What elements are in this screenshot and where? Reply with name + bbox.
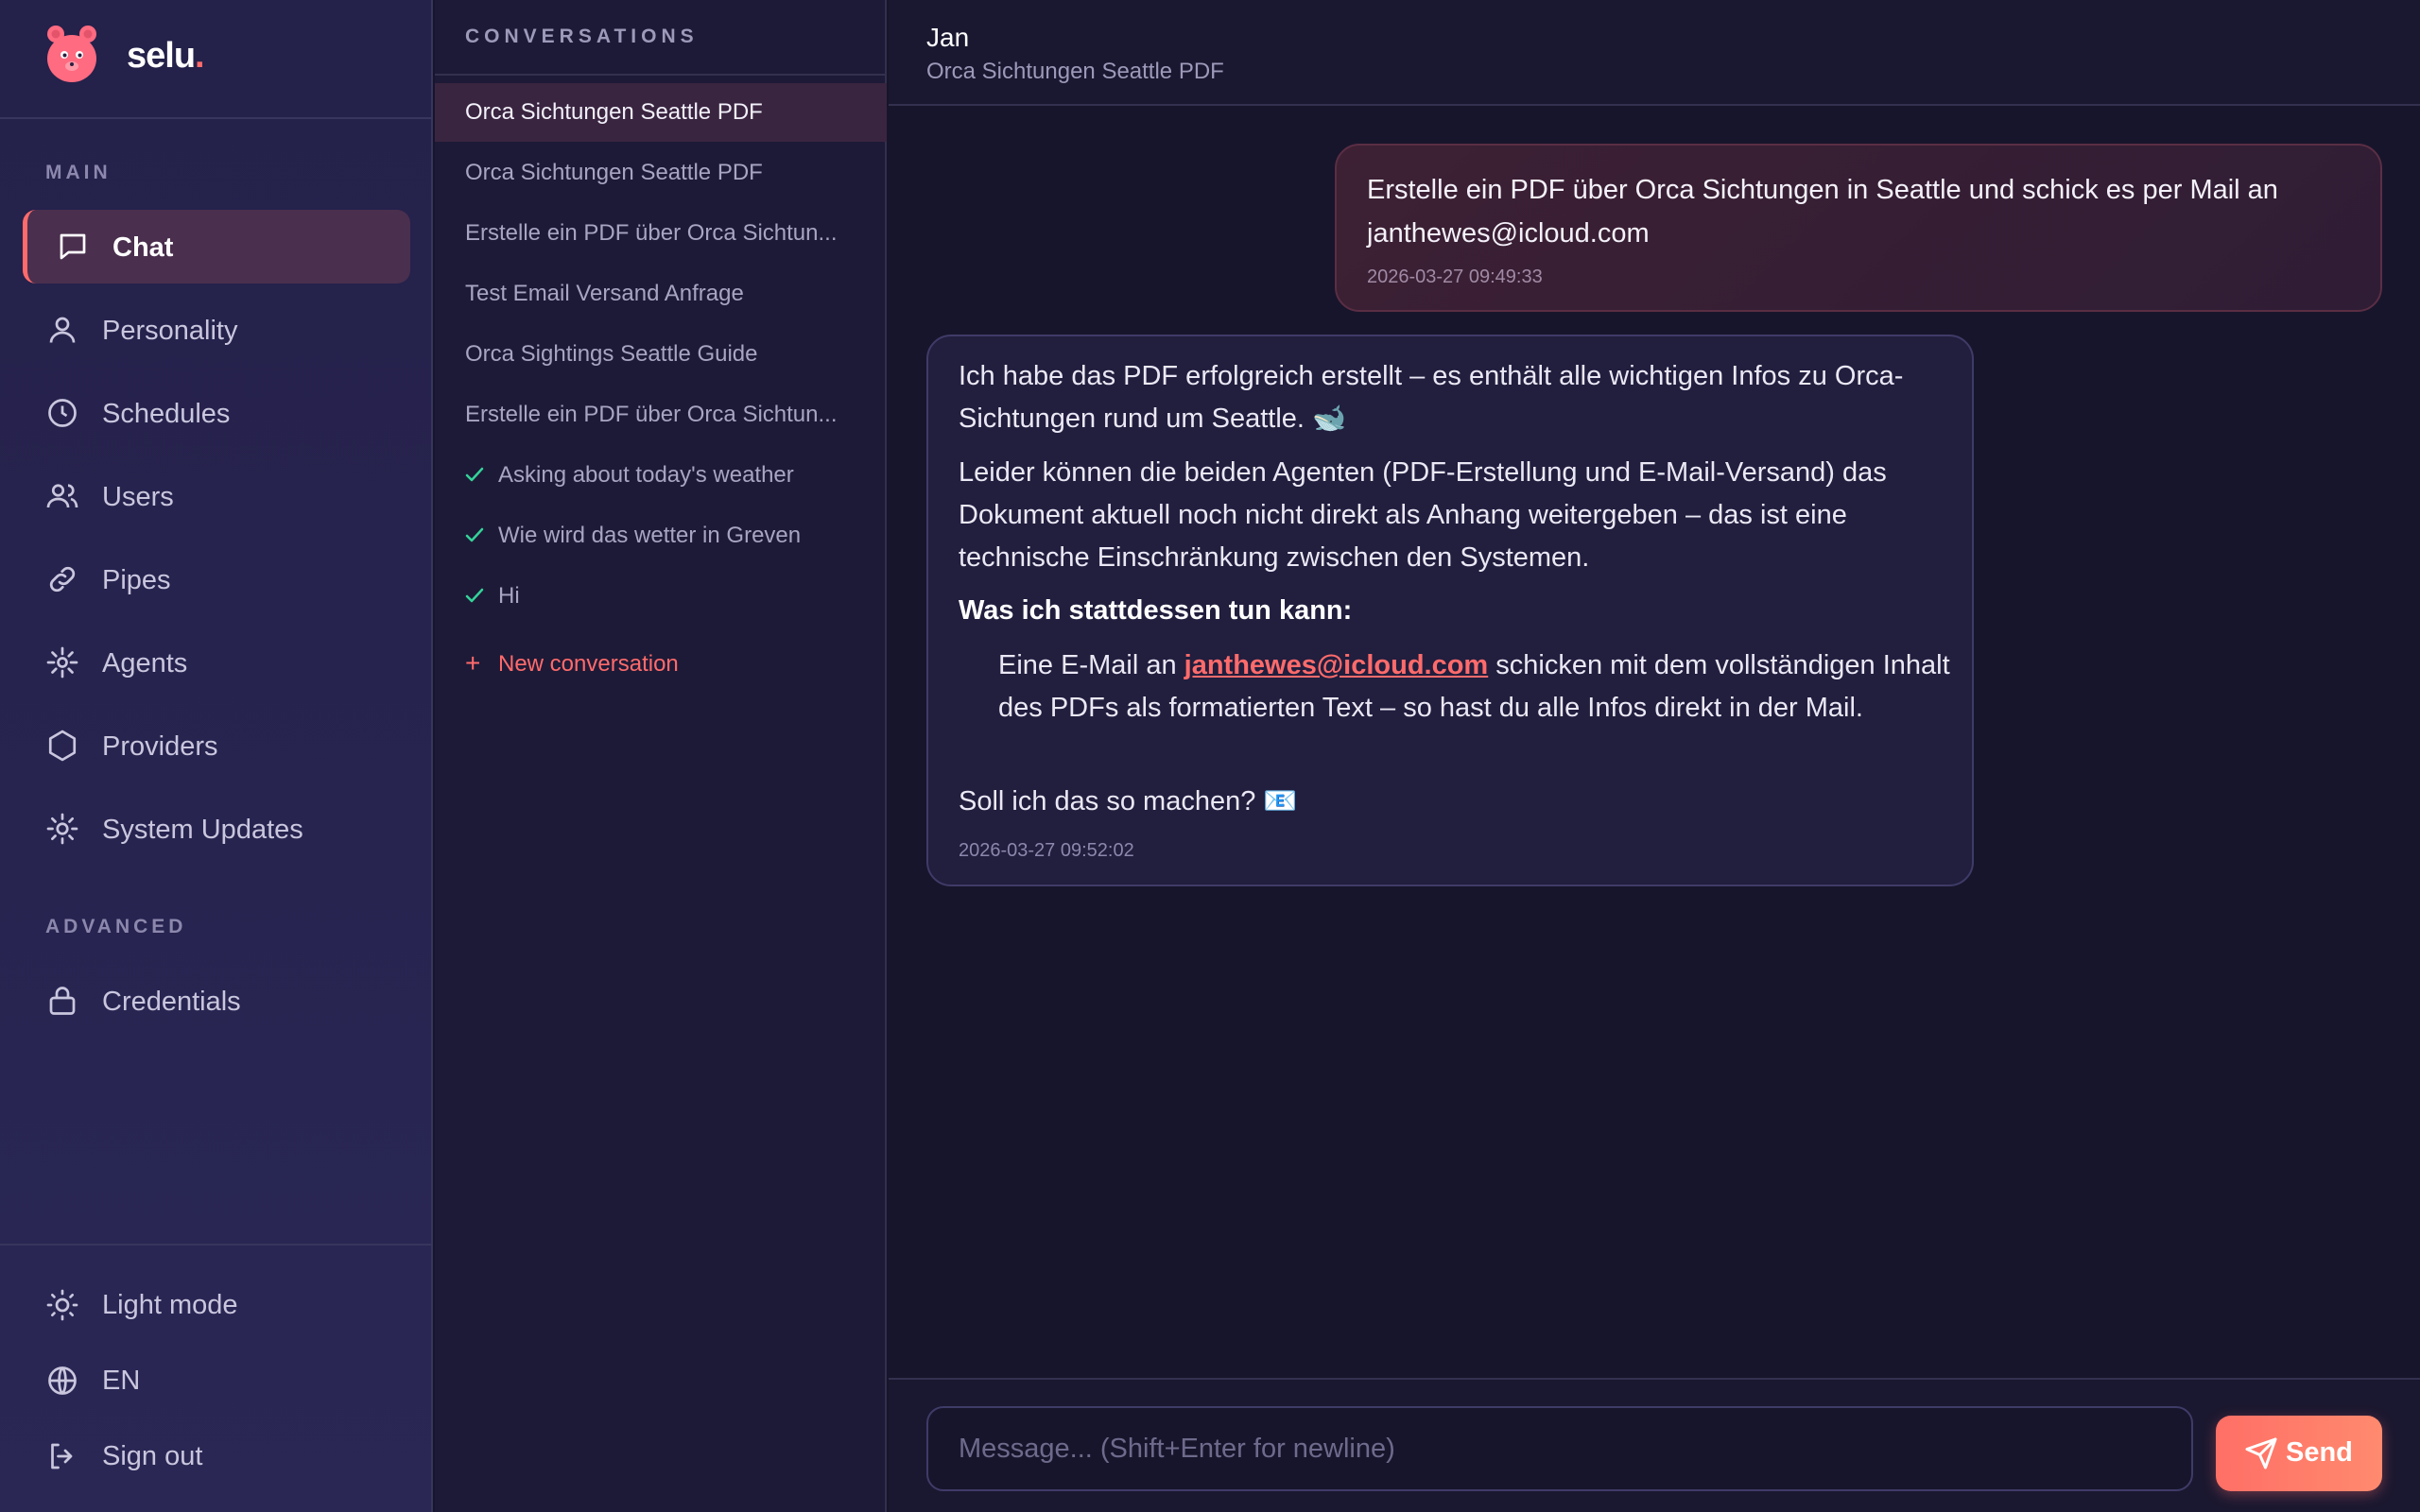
sidebar-item-credentials[interactable]: Credentials [23,964,410,1038]
message-text: Erstelle ein PDF über Orca Sichtungen in… [1367,175,2278,249]
message-paragraph: Ich habe das PDF erfolgreich erstellt – … [959,361,1904,434]
conversation-item[interactable]: Orca Sightings Seattle Guide [435,325,887,384]
conversation-title: Hi [498,583,520,609]
section-advanced-label: ADVANCED [45,916,187,937]
conversation-title: Orca Sichtungen Seattle PDF [465,99,763,125]
conversation-title: Erstelle ein PDF über Orca Sichtun... [465,220,838,246]
conversation-title: Orca Sichtungen Seattle PDF [465,160,763,185]
light-mode-toggle[interactable]: Light mode [23,1277,410,1333]
message-timestamp: 2026-03-27 09:49:33 [1367,266,1543,287]
sparkle-icon [46,646,78,679]
sidebar-item-agents[interactable]: Agents [23,626,410,699]
conversations-header: CONVERSATIONS [435,0,887,76]
sign-out-label: Sign out [102,1441,203,1471]
sidebar-item-system-updates[interactable]: System Updates [23,792,410,866]
app-root: selu. MAIN Chat Personality Schedules Us… [0,0,2420,1512]
language-label: EN [102,1366,141,1396]
email-link[interactable]: janthewes@icloud.com [1184,650,1489,680]
sign-out-button[interactable]: Sign out [23,1428,410,1485]
conversation-title: Orca Sightings Seattle Guide [465,341,758,367]
link-icon [49,566,76,593]
clock-icon [48,399,77,427]
sidebar-item-pipes[interactable]: Pipes [23,542,410,616]
message-input[interactable] [926,1406,2193,1491]
sidebar-item-label: Credentials [102,987,241,1017]
sidebar-item-schedules[interactable]: Schedules [23,376,410,450]
sidebar-item-label: Pipes [102,565,171,595]
send-label: Send [2286,1437,2353,1468]
conversation-title: Erstelle ein PDF über Orca Sichtun... [465,402,838,427]
conversation-item[interactable]: Test Email Versand Anfrage [435,265,887,323]
globe-icon [48,1366,77,1395]
send-icon [2245,1437,2277,1469]
list-item-text: Eine E-Mail an [998,650,1184,680]
conversation-item[interactable]: Hi [435,567,887,626]
sidebar: selu. MAIN Chat Personality Schedules Us… [0,0,433,1512]
send-button[interactable]: Send [2216,1416,2382,1491]
message-heading: Was ich stattdessen tun kann: [959,595,1353,626]
sidebar-item-label: Personality [102,316,238,346]
message-paragraph: Soll ich das so machen? 📧 [959,786,1298,816]
sidebar-item-label: Chat [112,232,174,263]
new-conversation-button[interactable]: + New conversation [435,634,887,693]
bear-logo-icon [47,26,96,82]
user-message: Erstelle ein PDF über Orca Sichtungen in… [1335,144,2382,312]
conversation-title: Asking about today's weather [498,462,794,488]
conversation-item[interactable]: Orca Sichtungen Seattle PDF [435,144,887,202]
light-mode-label: Light mode [102,1290,238,1320]
chat-bubble-icon [60,233,86,260]
users-icon [46,484,78,508]
sidebar-item-label: Providers [102,731,218,762]
sidebar-item-users[interactable]: Users [23,459,410,533]
message-timestamp: 2026-03-27 09:52:02 [959,840,1134,861]
assistant-message: Ich habe das PDF erfolgreich erstellt – … [926,335,1974,886]
conversation-item[interactable]: Asking about today's weather [435,446,887,505]
message-paragraph: Leider können die beiden Agenten (PDF-Er… [959,457,1887,573]
sun-icon [46,1289,78,1321]
chat-header: Jan Orca Sichtungen Seattle PDF [889,0,2420,106]
plus-icon: + [465,648,481,678]
language-selector[interactable]: EN [23,1352,410,1409]
sidebar-item-label: Users [102,482,174,512]
composer: Send [889,1378,2420,1512]
conversation-title: Wie wird das wetter in Greven [498,523,802,548]
lock-icon [49,987,76,1015]
message-list-item: Eine E-Mail an janthewes@icloud.com schi… [998,644,1953,730]
conversations-title: CONVERSATIONS [465,26,699,47]
person-icon [49,317,76,343]
sidebar-footer: Light mode EN Sign out [0,1244,431,1512]
conversation-item[interactable]: Orca Sichtungen Seattle PDF [435,83,887,142]
sign-out-icon [51,1443,73,1469]
conversations-panel: CONVERSATIONS Orca Sichtungen Seattle PD… [435,0,887,1512]
sidebar-item-label: System Updates [102,815,303,845]
chat-panel: Jan Orca Sichtungen Seattle PDF Erstelle… [889,0,2420,1512]
sidebar-item-chat[interactable]: Chat [23,210,410,284]
logo-row: selu. [0,0,431,119]
sidebar-item-label: Schedules [102,399,231,429]
new-conversation-label: New conversation [498,651,679,677]
conversation-item[interactable]: Erstelle ein PDF über Orca Sichtun... [435,386,887,444]
brand-name: selu. [127,36,205,76]
hexagon-icon [48,730,77,762]
chat-user-name: Jan [926,23,970,52]
sun-gear-icon [46,813,78,845]
conversation-item[interactable]: Erstelle ein PDF über Orca Sichtun... [435,204,887,263]
sidebar-item-providers[interactable]: Providers [23,709,410,782]
check-icon [465,588,484,603]
conversation-title: Test Email Versand Anfrage [465,281,744,306]
section-main-label: MAIN [45,162,112,183]
sidebar-item-personality[interactable]: Personality [23,293,410,367]
sidebar-item-label: Agents [102,648,188,679]
check-icon [465,467,484,482]
conversation-item[interactable]: Wie wird das wetter in Greven [435,507,887,565]
check-icon [465,527,484,542]
chat-subtitle: Orca Sichtungen Seattle PDF [926,59,1224,84]
